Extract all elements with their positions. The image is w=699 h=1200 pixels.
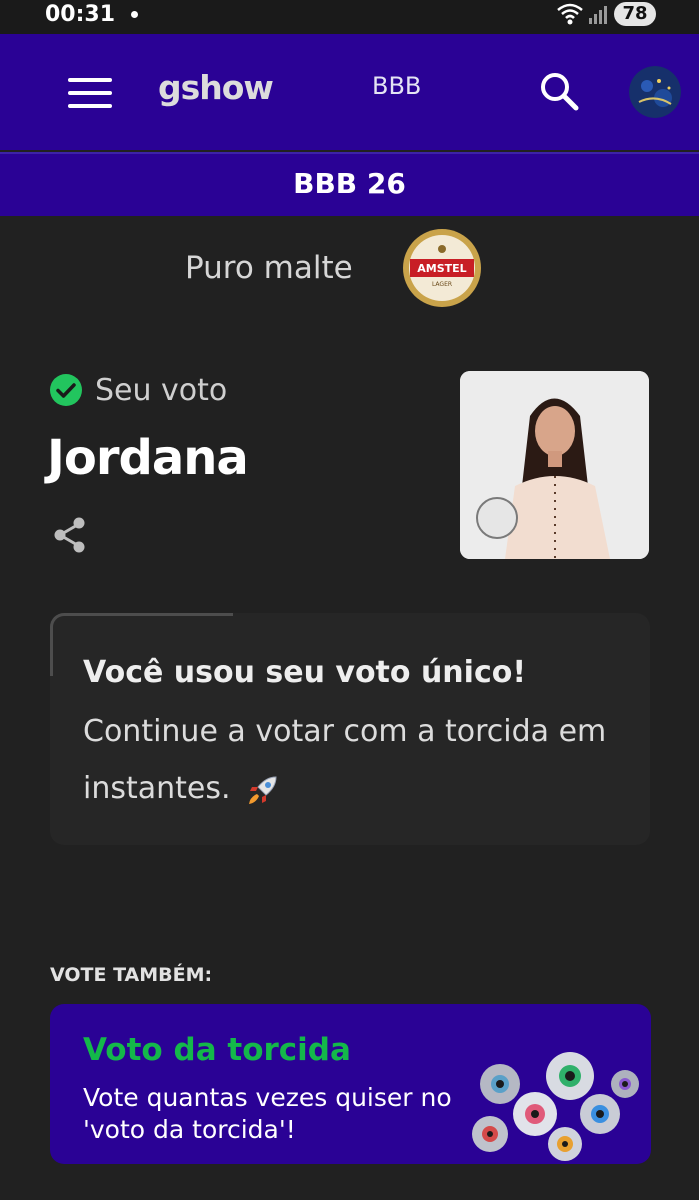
top-header: gshow BBB <box>0 34 699 150</box>
info-card-body: Continue a votar com a torcida em instan… <box>83 703 643 817</box>
wifi-icon <box>557 3 583 25</box>
bbb-eyes-illustration <box>472 1052 639 1161</box>
search-icon[interactable] <box>538 70 580 112</box>
vote-also-heading: VOTE TAMBÉM: <box>50 964 213 986</box>
status-bar: 00:31 78 <box>0 0 699 34</box>
gshow-logo[interactable]: gshow <box>158 68 274 107</box>
candidate-name: Jordana <box>47 430 249 486</box>
status-time: 00:31 <box>45 2 116 27</box>
user-avatar[interactable] <box>629 66 681 118</box>
amstel-logo: AMSTEL LAGER <box>403 229 481 307</box>
sponsor-text: Puro malte <box>185 250 353 286</box>
info-card-title: Você usou seu voto único! <box>83 655 527 690</box>
info-card-message: Continue a votar com a torcida em instan… <box>83 714 607 806</box>
amstel-logo-brand: AMSTEL <box>417 262 466 275</box>
voto-torcida-description: Vote quantas vezes quiser no 'voto da to… <box>83 1083 452 1144</box>
battery-badge: 78 <box>614 2 656 26</box>
voto-torcida-title[interactable]: Voto da torcida <box>83 1032 351 1068</box>
photo-toggle-button[interactable] <box>476 497 518 539</box>
share-icon[interactable] <box>52 516 88 554</box>
notification-dot <box>131 11 138 18</box>
section-title-bar[interactable]: BBB 26 <box>0 152 699 216</box>
amstel-logo-sub: LAGER <box>432 281 452 288</box>
check-icon <box>50 374 82 406</box>
rocket-icon <box>249 775 277 804</box>
signal-icon <box>589 6 607 24</box>
vote-info-card: Você usou seu voto único! Continue a vot… <box>50 613 650 845</box>
voto-torcida-card[interactable]: Voto da torcida Vote quantas vezes quise… <box>50 1004 651 1164</box>
nav-link-bbb[interactable]: BBB <box>372 72 421 100</box>
menu-icon[interactable] <box>68 76 112 110</box>
candidate-photo <box>460 371 649 559</box>
vote-status-label: Seu voto <box>95 373 228 408</box>
